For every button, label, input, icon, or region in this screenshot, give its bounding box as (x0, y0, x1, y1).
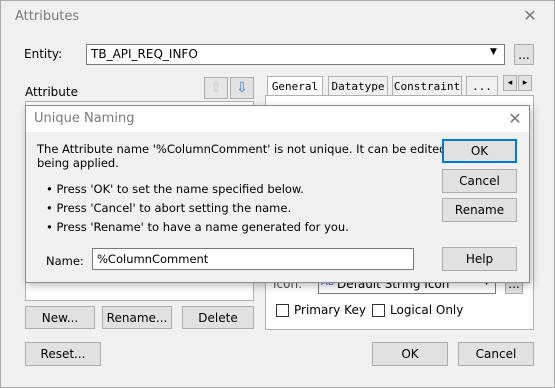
logical-only-checkbox[interactable] (372, 304, 385, 317)
dialog-message-line2: being applied. (37, 156, 119, 170)
move-up-button[interactable]: ⇧ (204, 77, 228, 99)
unique-naming-dialog: Unique Naming ✕ The Attribute name '%Col… (25, 105, 530, 283)
cancel-button[interactable]: Cancel (458, 342, 534, 366)
window-title: Attributes (15, 9, 80, 24)
arrow-down-icon: ⇩ (236, 80, 248, 96)
reset-button[interactable]: Reset... (25, 342, 101, 366)
arrow-up-icon: ⇧ (210, 80, 222, 96)
name-input-value: %ColumnComment (97, 252, 209, 266)
tab-scroll-right-icon[interactable]: ▸ (518, 75, 532, 91)
tab-datatype[interactable]: Datatype (328, 76, 388, 96)
dialog-ok-button[interactable]: OK (442, 139, 517, 163)
dialog-cancel-button[interactable]: Cancel (442, 169, 517, 193)
dialog-bullet-rename: • Press 'Rename' to have a name generate… (46, 220, 349, 234)
tab-constraint[interactable]: Constraint (392, 76, 462, 96)
dialog-bullet-cancel: • Press 'Cancel' to abort setting the na… (46, 201, 292, 215)
rename-attribute-button[interactable]: Rename... (102, 306, 172, 329)
ok-button[interactable]: OK (372, 342, 448, 366)
tab-general[interactable]: General (267, 76, 323, 96)
primary-key-label: Primary Key (294, 303, 366, 317)
new-attribute-button[interactable]: New... (25, 306, 95, 329)
attributes-window: Attributes ✕ Entity: TB_API_REQ_INFO ▼ .… (0, 0, 555, 388)
dialog-help-button[interactable]: Help (442, 247, 517, 271)
entity-label: Entity: (24, 47, 63, 61)
name-label: Name: (46, 254, 84, 268)
dialog-close-icon[interactable]: ✕ (504, 108, 526, 130)
dialog-title: Unique Naming (34, 111, 135, 126)
logical-only-label: Logical Only (390, 303, 464, 317)
entity-select[interactable]: TB_API_REQ_INFO ▼ (86, 44, 505, 65)
delete-attribute-button[interactable]: Delete (182, 306, 254, 329)
dialog-rename-button[interactable]: Rename (442, 198, 517, 222)
entity-value: TB_API_REQ_INFO (91, 47, 198, 61)
tab-more[interactable]: ... (466, 76, 498, 96)
primary-key-checkbox[interactable] (276, 304, 289, 317)
chevron-down-icon: ▼ (490, 47, 497, 57)
window-close-icon[interactable]: ✕ (519, 5, 541, 27)
entity-more-button[interactable]: ... (514, 44, 534, 65)
move-down-button[interactable]: ⇩ (230, 77, 254, 99)
name-input[interactable]: %ColumnComment (92, 248, 414, 270)
dialog-message-line1: The Attribute name '%ColumnComment' is n… (37, 142, 488, 156)
tab-scroll-left-icon[interactable]: ◂ (503, 75, 517, 91)
dialog-bullet-ok: • Press 'OK' to set the name specified b… (46, 182, 304, 196)
attribute-label: Attribute (25, 85, 78, 99)
